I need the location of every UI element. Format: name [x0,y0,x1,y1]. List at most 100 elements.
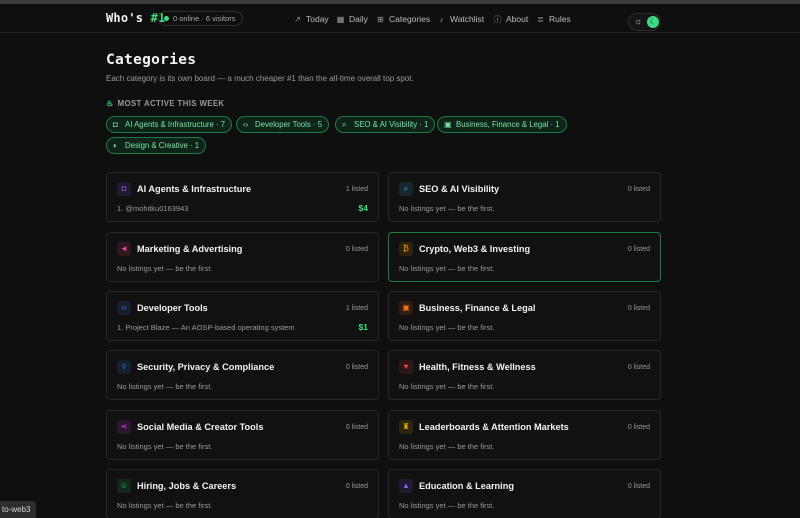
category-card[interactable]: ▣ Business, Finance & Legal 0 listed No lis… [388,291,661,341]
sun-icon: ☼ [634,16,643,26]
site-header: Who's #1 0 online · 6 visitors ↗ Today ▦ D… [0,4,800,33]
nav-watchlist-label: Watchlist [450,14,485,24]
chip-ai-agents[interactable]: ◘ AI Agents & Infrastructure · 7 [106,116,233,133]
trophy-icon: ♜ [399,420,413,434]
shield-icon: ◊ [117,360,131,374]
category-card[interactable]: ₿ Crypto, Web3 & Investing 0 listed No list… [388,232,661,282]
most-active-heading: ♨ MOST ACTIVE THIS WEEK [106,99,224,108]
category-card[interactable]: ◄ Marketing & Advertising 0 listed No listi… [106,232,379,282]
nav-about-label: About [506,14,529,24]
nav-today[interactable]: ↗ Today [293,11,329,27]
listing-count: 0 listed [627,483,650,490]
calendar-icon: ▦ [336,14,345,24]
briefcase-icon: ▣ [444,120,452,129]
chip-label: AI Agents & Infrastructure · 7 [125,120,226,129]
category-description: No listings yet — be the first. [117,264,213,273]
category-title: Health, Fitness & Wellness [419,362,536,372]
category-card[interactable]: ▲ Education & Learning 0 listed No listings… [388,469,661,518]
presence-badge: 0 online · 6 visitors [158,11,243,26]
category-card[interactable]: ◊ Security, Privacy & Compliance 0 listed N… [106,350,379,400]
category-card[interactable]: ♥ Health, Fitness & Wellness 0 listed No li… [388,350,661,400]
nav-daily[interactable]: ▦ Daily [336,11,368,27]
graduation-cap-icon: ▲ [399,479,413,493]
listing-price: $4 [358,203,368,213]
category-title: Crypto, Web3 & Investing [419,244,531,254]
category-title: Developer Tools [137,303,208,313]
category-card[interactable]: ♜ Leaderboards & Attention Markets 0 liste… [388,410,661,460]
category-description: No listings yet — be the first. [399,442,495,451]
category-description: No listings yet — be the first. [399,501,495,510]
chip-label: SEO & AI Visibility · 1 [354,120,429,129]
category-card[interactable]: ‹› Developer Tools 1 listed 1. Project Blaz… [106,291,379,341]
bitcoin-icon: ₿ [399,242,413,256]
category-description[interactable]: 1. @mohitku0163943 [117,204,188,213]
code-icon: ‹› [117,301,131,315]
moon-icon: ☾ [647,16,659,28]
category-description: No listings yet — be the first. [399,323,495,332]
category-description: No listings yet — be the first. [399,204,495,213]
listing-count: 0 listed [627,246,650,253]
listing-count: 0 listed [627,186,650,193]
megaphone-icon: ◄ [117,242,131,256]
category-card[interactable]: ◘ AI Agents & Infrastructure 1 listed 1. @m… [106,172,379,222]
category-title: Business, Finance & Legal [419,303,536,313]
category-title: Security, Privacy & Compliance [137,362,275,372]
trending-up-icon: ↗ [294,14,301,24]
briefcase-icon: ▣ [399,301,413,315]
category-title: Social Media & Creator Tools [137,422,264,432]
nav-daily-label: Daily [349,14,368,24]
page-title: Categories [106,52,197,68]
category-title: Hiring, Jobs & Careers [137,481,237,491]
nav-about[interactable]: ⓘ About [493,11,529,27]
listing-count: 0 listed [627,305,650,312]
chip-developer-tools[interactable]: ‹› Developer Tools · 5 [236,116,330,133]
users-icon: ☺ [117,479,131,493]
category-title: Leaderboards & Attention Markets [419,422,569,432]
listing-count: 1 listed [345,305,368,312]
listing-count: 0 listed [345,246,368,253]
brand-logo[interactable]: Who's #1 [106,11,165,25]
chip-design[interactable]: ◐ Design & Creative · 1 [106,137,207,154]
palette-icon: ◐ [113,141,118,150]
brand-name: Who's [106,11,151,25]
presence-text: 0 online · 6 visitors [173,14,236,23]
chip-business[interactable]: ▣ Business, Finance & Legal · 1 [437,116,567,133]
category-card[interactable]: ☺ Hiring, Jobs & Careers 0 listed No listin… [106,469,379,518]
online-dot-icon [164,16,169,21]
most-active-label: MOST ACTIVE THIS WEEK [117,99,225,108]
theme-toggle[interactable]: ☼ ☾ [628,13,661,31]
nav-rules[interactable]: ≣ Rules [536,11,571,27]
nav-watchlist[interactable]: ♪ Watchlist [437,11,485,27]
chip-seo[interactable]: ⌕ SEO & AI Visibility · 1 [335,116,436,133]
category-description: No listings yet — be the first. [117,382,213,391]
listing-count: 1 listed [345,186,368,193]
list-icon: ≣ [537,14,544,24]
category-description: No listings yet — be the first. [399,264,495,273]
chip-label: Business, Finance & Legal · 1 [456,120,560,129]
page-subtitle: Each category is its own board — a much … [106,74,414,83]
share-icon: ⋖ [117,420,131,434]
nav-rules-label: Rules [549,14,571,24]
search-icon: ⌕ [399,182,413,196]
category-title: Education & Learning [419,481,514,491]
code-icon: ‹› [243,120,249,129]
nav-categories-label: Categories [389,14,431,24]
nav-categories[interactable]: ⊞ Categories [376,11,430,27]
flame-icon: ♨ [106,99,114,108]
listing-count: 0 listed [627,424,650,431]
listing-count: 0 listed [345,483,368,490]
listing-count: 0 listed [345,364,368,371]
chip-label: Developer Tools · 5 [255,120,323,129]
heart-icon: ♥ [399,360,413,374]
category-title: AI Agents & Infrastructure [137,184,252,194]
listing-price: $1 [358,322,368,332]
category-description[interactable]: 1. Project Blaze — An AOSP-based operati… [117,323,295,332]
category-title: Marketing & Advertising [137,244,243,254]
category-description: No listings yet — be the first. [399,382,495,391]
category-title: SEO & AI Visibility [419,184,500,194]
robot-icon: ◘ [117,182,131,196]
listing-count: 0 listed [345,424,368,431]
link-status-tooltip: to-web3 [0,501,36,518]
category-card[interactable]: ⌕ SEO & AI Visibility 0 listed No listings … [388,172,661,222]
category-card[interactable]: ⋖ Social Media & Creator Tools 0 listed No … [106,410,379,460]
